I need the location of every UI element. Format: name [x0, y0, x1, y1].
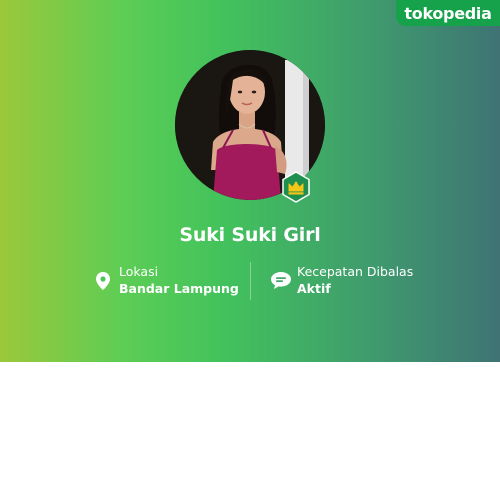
- brand-logo[interactable]: tokopedia: [396, 0, 500, 26]
- location-info: Lokasi Bandar Lampung: [92, 264, 239, 297]
- shop-avatar-container: [175, 50, 325, 203]
- brand-logo-text: tokopedia: [404, 3, 492, 23]
- chat-bubble-icon: [270, 270, 292, 292]
- info-divider: [250, 262, 251, 300]
- location-value: Bandar Lampung: [119, 281, 239, 296]
- response-speed-value: Aktif: [297, 281, 331, 296]
- crown-badge: [282, 171, 310, 203]
- crown-icon: [282, 171, 310, 203]
- shop-header: tokopedia Suki Suki Girl Lokasi Bandar L…: [0, 0, 500, 362]
- location-label: Lokasi: [119, 264, 159, 279]
- response-speed-info: Kecepatan Dibalas Aktif: [270, 264, 413, 297]
- location-pin-icon: [92, 270, 114, 292]
- response-speed-label: Kecepatan Dibalas: [297, 264, 414, 279]
- shop-name: Suki Suki Girl: [179, 224, 321, 246]
